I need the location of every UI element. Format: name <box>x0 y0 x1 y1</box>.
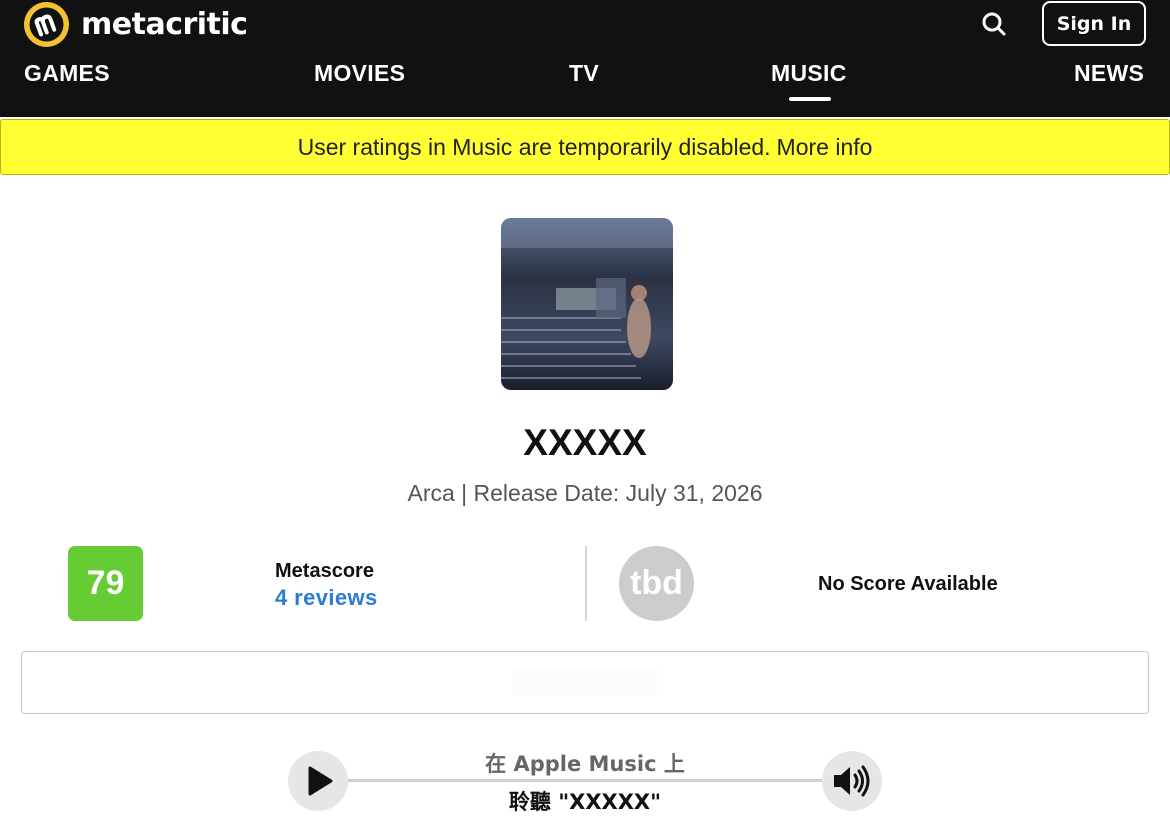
apple-music-player: 在 Apple Music 上 聆聽 "XXXXX" <box>286 748 884 818</box>
player-line-2: 聆聽 "XXXXX" <box>286 786 884 816</box>
user-score-badge: tbd <box>619 546 694 621</box>
logo-icon <box>24 2 69 47</box>
nav-music[interactable]: MUSIC <box>771 60 847 87</box>
nav-movies[interactable]: MOVIES <box>314 60 405 87</box>
score-divider <box>585 546 587 621</box>
player-line-1-text: 在 Apple Music 上 <box>479 752 691 776</box>
reviews-link[interactable]: 4 reviews <box>275 585 378 611</box>
metacritic-logo[interactable]: metacritic <box>24 2 248 47</box>
nav-tv[interactable]: TV <box>569 60 599 87</box>
album-subtitle: Arca | Release Date: July 31, 2026 <box>407 480 763 506</box>
search-icon[interactable] <box>978 8 1010 40</box>
panel-placeholder <box>512 668 657 696</box>
ratings-disabled-banner: User ratings in Music are temporarily di… <box>0 119 1170 175</box>
player-line-2-text: 聆聽 "XXXXX" <box>502 790 668 814</box>
empty-content-panel <box>21 651 1149 714</box>
metascore-label: Metascore <box>275 560 374 582</box>
banner-message: User ratings in Music are temporarily di… <box>297 133 771 160</box>
site-header: metacritic Sign In GAMES MOVIES TV MUSIC… <box>0 0 1170 117</box>
main-nav: GAMES MOVIES TV MUSIC NEWS <box>0 58 1170 98</box>
nav-games[interactable]: GAMES <box>24 60 110 87</box>
no-score-text: No Score Available <box>818 573 998 595</box>
active-nav-indicator <box>789 97 831 101</box>
logo-text: metacritic <box>81 7 248 42</box>
album-title: XXXXX <box>523 422 647 463</box>
more-info-link[interactable]: More info <box>777 134 873 161</box>
sign-in-button[interactable]: Sign In <box>1042 1 1146 46</box>
metascore-badge[interactable]: 79 <box>68 546 143 621</box>
player-line-1: 在 Apple Music 上 <box>286 748 884 778</box>
progress-bar[interactable] <box>348 779 822 782</box>
nav-news[interactable]: NEWS <box>1074 60 1144 87</box>
album-cover <box>501 218 673 390</box>
